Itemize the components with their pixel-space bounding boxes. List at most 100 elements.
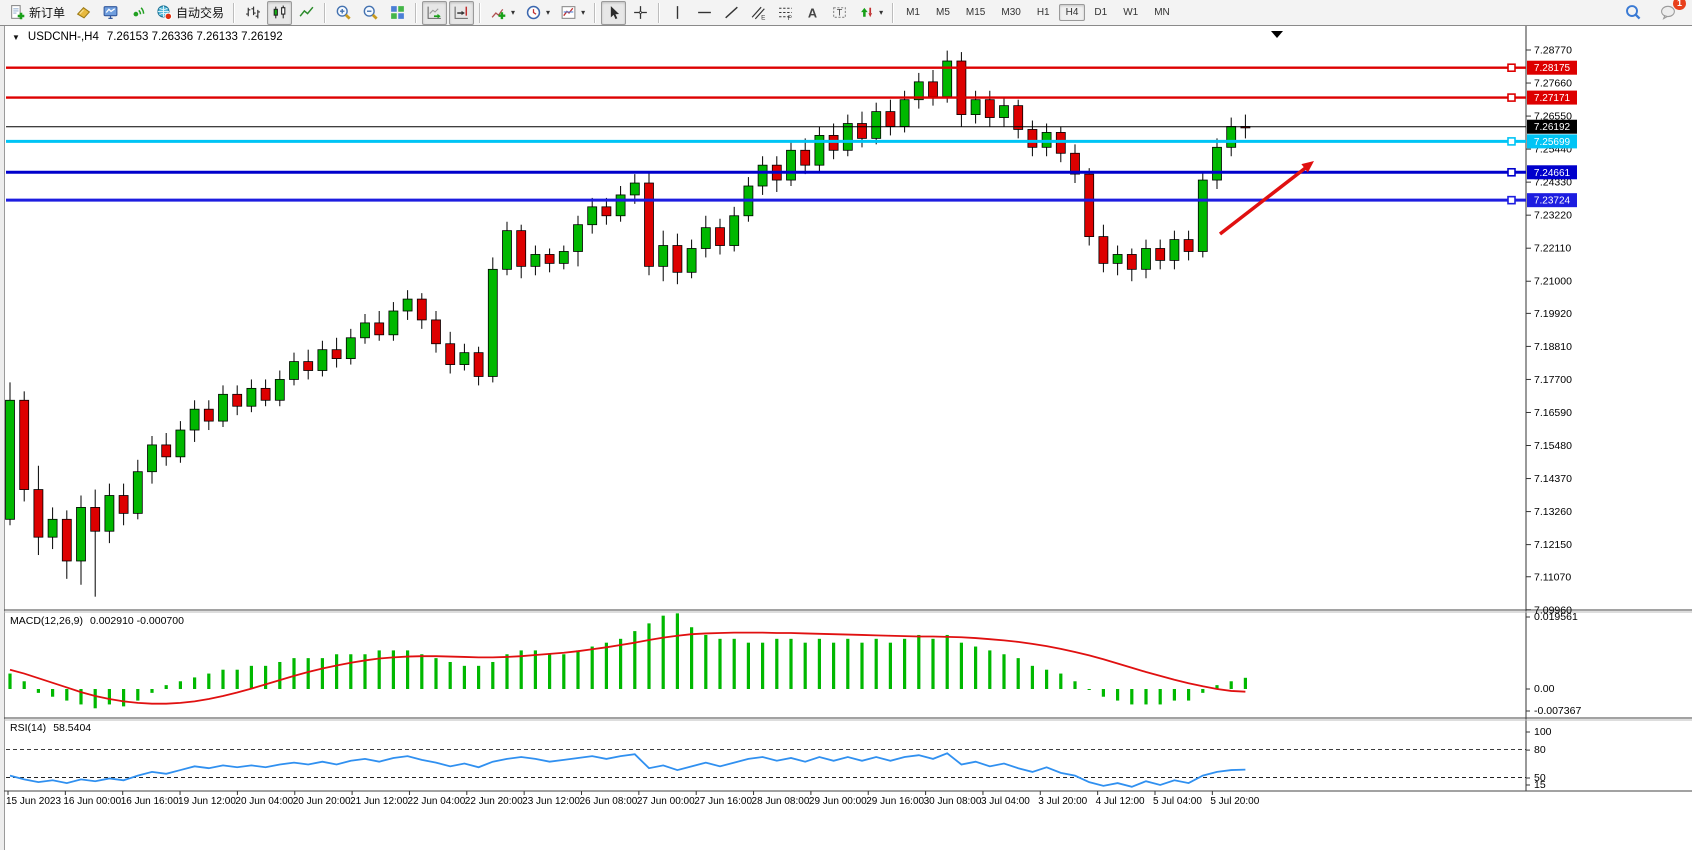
candlestick xyxy=(687,240,696,279)
macd-histogram-bar xyxy=(23,681,26,689)
chart-canvas[interactable]: 7.287707.276607.265507.254407.243307.232… xyxy=(0,0,1692,850)
new-order-button[interactable]: 新订单 xyxy=(5,1,69,25)
toolbar-group xyxy=(421,0,475,26)
toolbar-group xyxy=(600,0,654,26)
candlestick xyxy=(914,73,923,109)
timeframe-h4[interactable]: H4 xyxy=(1059,4,1086,21)
time-axis-label: 19 Jun 12:00 xyxy=(178,796,236,807)
support-line-blue-1-handle[interactable] xyxy=(1508,169,1515,176)
candle-body-up xyxy=(758,165,767,186)
auto-scroll-button[interactable] xyxy=(422,1,447,25)
support-line-cyan-handle[interactable] xyxy=(1508,138,1515,145)
equidistant-channel-button[interactable]: E xyxy=(746,1,771,25)
timeframe-h1[interactable]: H1 xyxy=(1030,4,1057,21)
zoom-out-button[interactable] xyxy=(358,1,383,25)
search-button[interactable] xyxy=(1621,1,1646,25)
dropdown-caret-icon: ▾ xyxy=(511,8,515,17)
dropdown-caret-icon: ▾ xyxy=(879,8,883,17)
timeframe-m15[interactable]: M15 xyxy=(959,4,992,21)
timeframe-m5[interactable]: M5 xyxy=(929,4,957,21)
candle-body-down xyxy=(204,409,213,421)
toolbar-group: 新订单 自动交易 xyxy=(4,0,229,26)
candlestick xyxy=(772,156,781,192)
resistance-line-2-handle[interactable] xyxy=(1508,94,1515,101)
text-button[interactable]: A xyxy=(800,1,825,25)
macd-histogram-bar xyxy=(37,689,40,693)
macd-histogram-bar xyxy=(591,647,594,689)
candle-body-up xyxy=(488,269,497,376)
candlestick xyxy=(446,332,455,374)
zoom-in-button[interactable] xyxy=(331,1,356,25)
signal-icon xyxy=(129,4,146,21)
macd-histogram-bar xyxy=(789,639,792,689)
support-line-blue-2-handle[interactable] xyxy=(1508,197,1515,204)
macd-histogram-bar xyxy=(733,639,736,689)
vertical-line-button[interactable] xyxy=(665,1,690,25)
macd-indicator-label: MACD(12,26,9) 0.002910 -0.000700 xyxy=(10,615,184,627)
toolbar-separator xyxy=(415,3,417,23)
candle-body-down xyxy=(375,323,384,335)
time-axis-label: 5 Jul 04:00 xyxy=(1153,796,1202,807)
candle-body-up xyxy=(787,150,796,180)
candle-body-up xyxy=(843,124,852,151)
rsi-indicator-label: RSI(14) 58.5404 xyxy=(10,722,91,734)
chevron-down-icon[interactable]: ▼ xyxy=(12,33,20,42)
candle-body-up xyxy=(872,112,881,139)
text-label-button[interactable]: T xyxy=(827,1,852,25)
signals-button[interactable] xyxy=(125,1,150,25)
zoom-in-icon xyxy=(335,4,352,21)
candle-body-down xyxy=(858,124,867,139)
cursor-button[interactable] xyxy=(601,1,626,25)
price-axis-label: 7.21000 xyxy=(1534,276,1572,288)
macd-histogram-bar xyxy=(605,643,608,689)
shapes-icon xyxy=(858,4,875,21)
toolbar-group xyxy=(239,0,320,26)
candle-body-down xyxy=(91,507,100,531)
macd-histogram-bar xyxy=(534,650,537,689)
periods-button[interactable]: ▾ xyxy=(521,1,554,25)
crosshair-button[interactable] xyxy=(628,1,653,25)
trendline-button[interactable] xyxy=(719,1,744,25)
chart-shift-marker[interactable] xyxy=(1271,31,1283,38)
symbol-period-label: USDCNH-,H4 xyxy=(28,31,99,43)
candlestick xyxy=(233,385,242,415)
candle-body-down xyxy=(1014,106,1023,130)
timeframe-w1[interactable]: W1 xyxy=(1116,4,1145,21)
candlestick-chart-button[interactable] xyxy=(267,1,292,25)
tile-windows-button[interactable] xyxy=(385,1,410,25)
market-watch-button[interactable] xyxy=(71,1,96,25)
arrows-button[interactable]: ▾ xyxy=(854,1,887,25)
candlestick xyxy=(474,347,483,386)
timeframe-mn[interactable]: MN xyxy=(1147,4,1177,21)
macd-histogram-bar xyxy=(860,643,863,689)
charts-window-button[interactable] xyxy=(98,1,123,25)
indicators-button[interactable]: ▾ xyxy=(486,1,519,25)
time-axis-label: 3 Jul 04:00 xyxy=(981,796,1030,807)
chart-shift-button[interactable] xyxy=(449,1,474,25)
macd-histogram-bar xyxy=(917,635,920,689)
time-axis-label: 29 Jun 16:00 xyxy=(866,796,924,807)
timeframe-m30[interactable]: M30 xyxy=(994,4,1027,21)
autotrade-button[interactable]: 自动交易 xyxy=(152,1,228,25)
notifications-button[interactable]: 1 xyxy=(1656,1,1681,25)
time-axis-label: 4 Jul 12:00 xyxy=(1096,796,1145,807)
horizontal-line-button[interactable] xyxy=(692,1,717,25)
doc-plus-icon xyxy=(9,4,26,21)
templates-button[interactable]: ▾ xyxy=(556,1,589,25)
toolbar-separator xyxy=(594,3,596,23)
candlestick xyxy=(190,400,199,442)
candle-body-down xyxy=(801,150,810,165)
timeframe-d1[interactable]: D1 xyxy=(1087,4,1114,21)
bar-chart-button[interactable] xyxy=(240,1,265,25)
macd-histogram-bar xyxy=(1002,654,1005,689)
timeframe-m1[interactable]: M1 xyxy=(899,4,927,21)
candlestick xyxy=(588,198,597,234)
fibonacci-button[interactable]: F xyxy=(773,1,798,25)
candle-body-down xyxy=(432,320,441,344)
candlestick xyxy=(1099,225,1108,273)
resistance-line-1-handle[interactable] xyxy=(1508,64,1515,71)
toolbar-separator xyxy=(233,3,235,23)
cursor-icon xyxy=(605,4,622,21)
line-chart-button[interactable] xyxy=(294,1,319,25)
macd-histogram-bar xyxy=(1244,678,1247,689)
